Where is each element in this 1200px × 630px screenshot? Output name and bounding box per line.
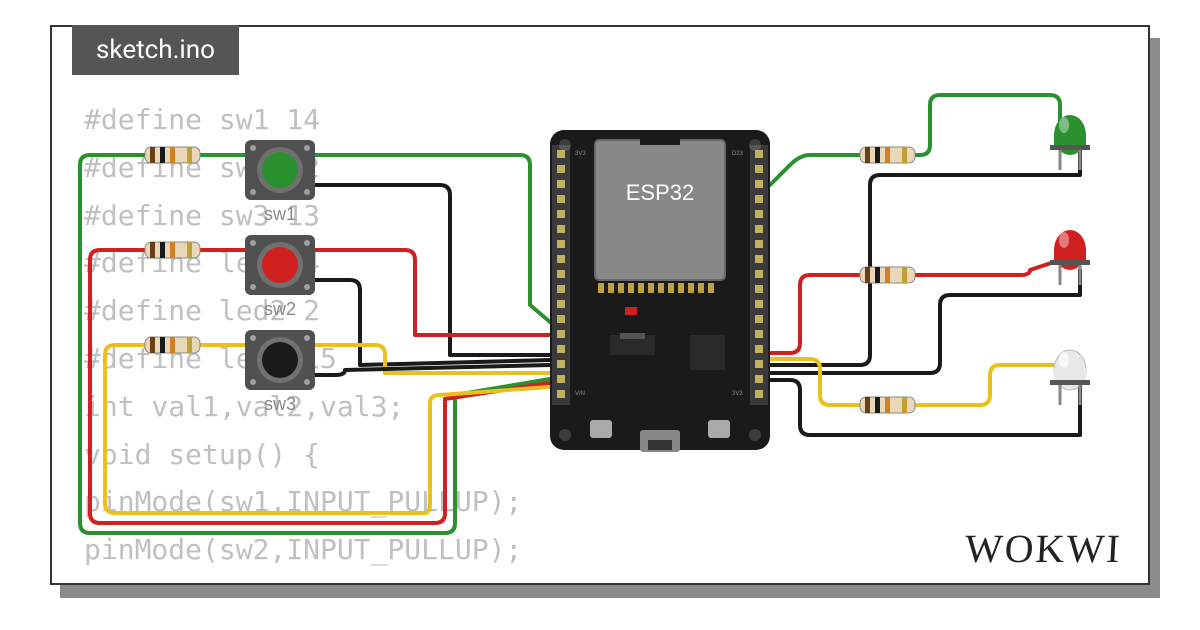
file-tab[interactable]: sketch.ino [72, 25, 239, 75]
svg-text:sw3: sw3 [264, 394, 296, 414]
led-green[interactable] [1050, 115, 1090, 170]
led-white[interactable] [1050, 350, 1090, 405]
wokwi-logo: WOKWI [964, 525, 1123, 572]
svg-text:D23: D23 [732, 151, 744, 157]
svg-text:ESP32: ESP32 [626, 180, 695, 205]
resistor-led-green[interactable] [860, 147, 915, 163]
resistor-sw2[interactable] [145, 242, 200, 258]
button-sw3[interactable]: sw3 [245, 330, 315, 414]
svg-text:VIN: VIN [575, 391, 585, 397]
svg-text:sw1: sw1 [264, 204, 296, 224]
button-sw1[interactable]: sw1 [245, 140, 315, 224]
svg-text:sw2: sw2 [264, 299, 296, 319]
esp32-board[interactable]: ESP32 3V3 VIN D23 3V3 [550, 130, 770, 452]
button-sw2[interactable]: sw2 [245, 235, 315, 319]
resistor-sw3[interactable] [145, 337, 200, 353]
resistor-led-red[interactable] [860, 267, 915, 283]
resistor-led-white[interactable] [860, 397, 915, 413]
svg-text:3V3: 3V3 [732, 391, 743, 397]
led-red[interactable] [1050, 230, 1090, 285]
resistor-sw1[interactable] [145, 147, 200, 163]
circuit-diagram[interactable]: sw1 sw2 sw3 E [50, 25, 1150, 585]
svg-text:3V3: 3V3 [575, 151, 586, 157]
